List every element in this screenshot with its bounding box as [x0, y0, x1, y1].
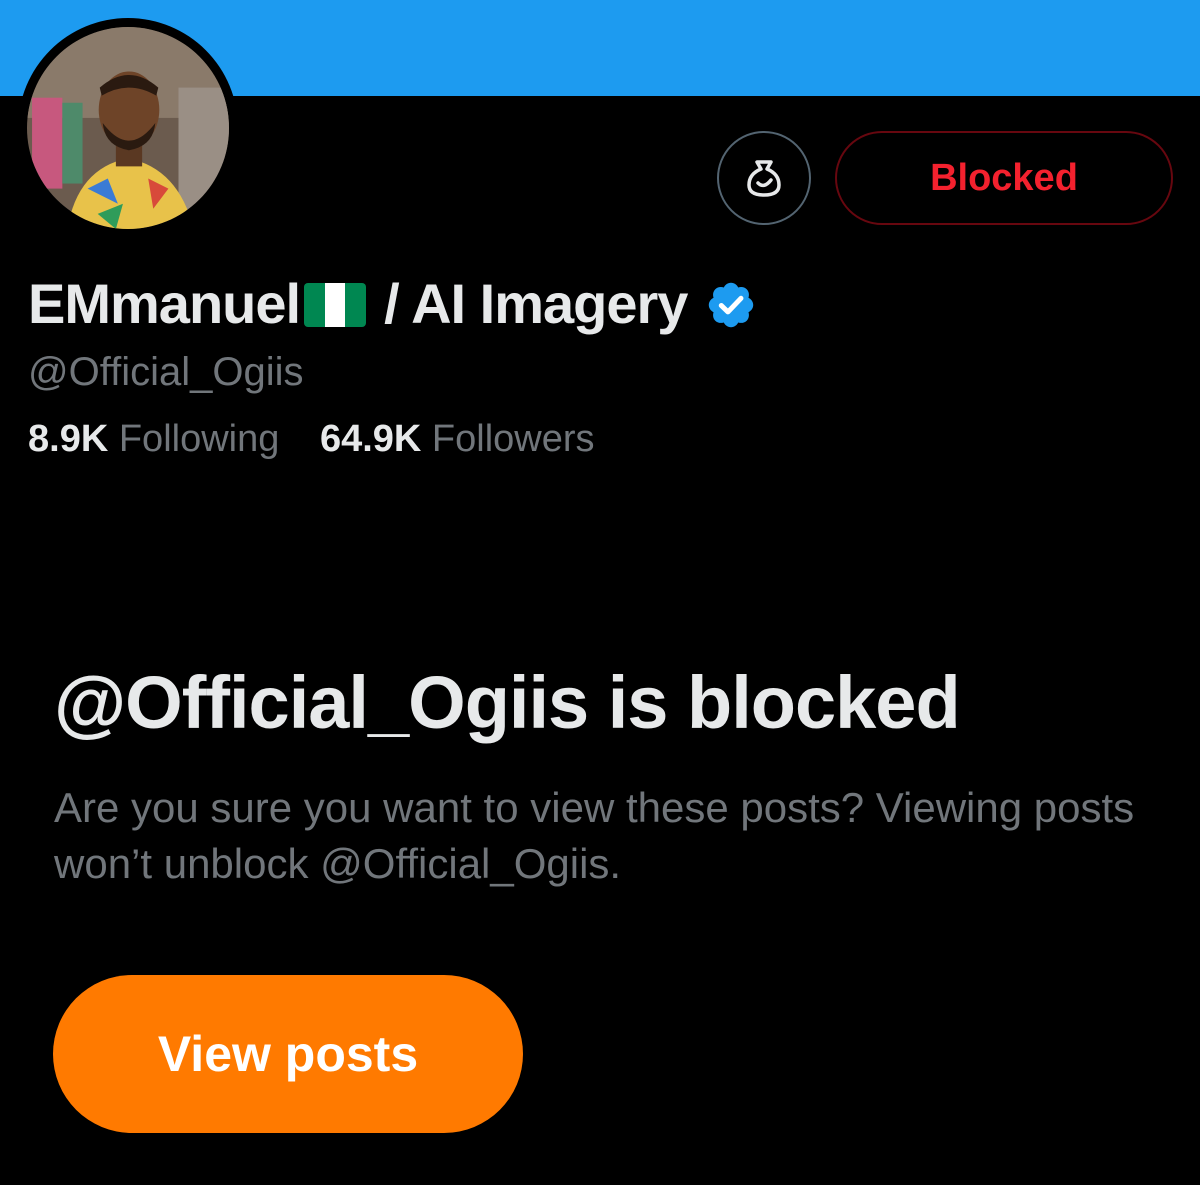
followers-link[interactable]: 64.9K Followers [320, 418, 595, 460]
followers-label: Followers [431, 418, 595, 460]
profile-handle: @Official_Ogiis [28, 350, 304, 394]
avatar-photo [27, 27, 229, 229]
display-name: EMmanuel [28, 271, 301, 335]
grok-icon[interactable] [717, 131, 811, 225]
display-name-row: EMmanuel / AI Imagery [28, 268, 757, 338]
blocked-notice-message: Are you sure you want to view these post… [54, 784, 1135, 887]
view-posts-button-label: View posts [157, 1026, 419, 1082]
blocked-notice-title: @Official_Ogiis is blocked [54, 661, 961, 744]
blocked-button[interactable]: Blocked [835, 131, 1173, 225]
verified-badge-icon [709, 282, 754, 328]
blocked-button-label: Blocked [930, 156, 1078, 199]
nigeria-flag-icon [304, 283, 367, 327]
display-name-suffix: / AI Imagery [384, 271, 688, 335]
profile-stats: 8.9K Following 64.9K Followers [28, 418, 595, 461]
followers-count: 64.9K [319, 418, 422, 460]
view-posts-button[interactable]: View posts [53, 975, 523, 1133]
grok-icon-glyph [747, 160, 781, 197]
following-label: Following [118, 418, 280, 460]
profile-avatar[interactable] [18, 18, 238, 238]
following-count: 8.9K [28, 418, 109, 460]
following-link[interactable]: 8.9K Following [28, 418, 320, 460]
